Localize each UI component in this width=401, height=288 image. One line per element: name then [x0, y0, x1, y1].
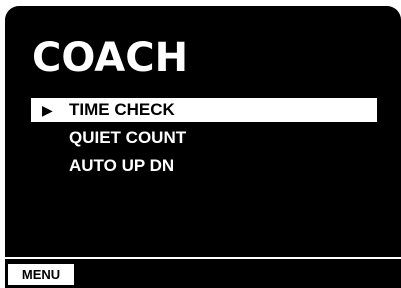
selection-arrow-icon: ▶	[42, 102, 53, 118]
softkey-divider	[5, 257, 401, 259]
device-screen: COACH ▶ TIME CHECK QUIET COUNT AUTO UP D…	[5, 6, 401, 288]
menu-item-time-check[interactable]: ▶ TIME CHECK	[31, 98, 377, 122]
menu-item-quiet-count[interactable]: QUIET COUNT	[31, 126, 377, 150]
menu-item-label: AUTO UP DN	[69, 156, 175, 175]
menu-item-auto-up-dn[interactable]: AUTO UP DN	[31, 154, 377, 178]
screen-title: COACH	[32, 35, 189, 81]
menu-list: ▶ TIME CHECK QUIET COUNT AUTO UP DN	[31, 98, 377, 182]
menu-item-label: QUIET COUNT	[69, 128, 187, 147]
menu-item-label: TIME CHECK	[69, 100, 175, 119]
menu-softkey-button[interactable]: MENU	[8, 264, 74, 285]
